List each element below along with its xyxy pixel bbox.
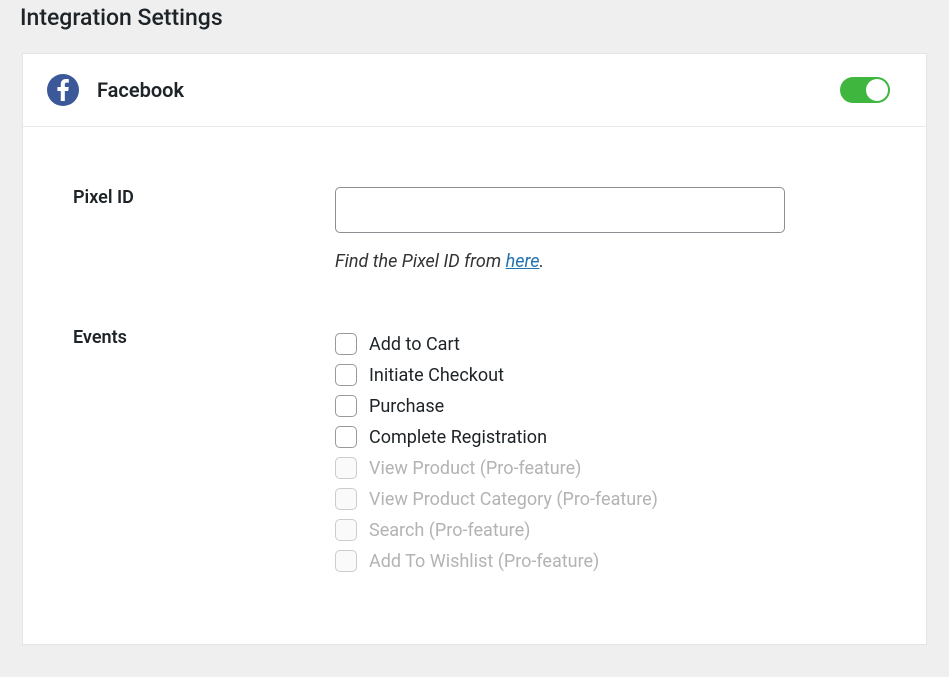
hint-text-pre: Find the Pixel ID from (335, 251, 506, 272)
card-header: Facebook (23, 54, 926, 127)
event-item: Complete Registration (335, 424, 876, 450)
card-body: Pixel ID Find the Pixel ID from here. Ev… (23, 127, 926, 644)
event-checkbox[interactable] (335, 426, 357, 448)
event-item: View Product Category (Pro-feature) (335, 486, 876, 512)
event-item: Add to Cart (335, 331, 876, 357)
event-item: Search (Pro-feature) (335, 517, 876, 543)
event-label: Initiate Checkout (369, 365, 504, 386)
event-item: Purchase (335, 393, 876, 419)
events-list: Add to Cart Initiate Checkout Purchase Comp… (335, 331, 876, 574)
hint-text-post: . (539, 251, 544, 272)
event-label: Search (Pro-feature) (369, 520, 530, 541)
event-item: Add To Wishlist (Pro-feature) (335, 548, 876, 574)
event-item: View Product (Pro-feature) (335, 455, 876, 481)
event-checkbox (335, 457, 357, 479)
event-checkbox (335, 550, 357, 572)
event-label: Purchase (369, 396, 444, 417)
event-item: Initiate Checkout (335, 362, 876, 388)
event-checkbox[interactable] (335, 364, 357, 386)
integration-card: Facebook Pixel ID Find the Pixel ID from… (22, 53, 927, 645)
event-label: Add To Wishlist (Pro-feature) (369, 551, 599, 572)
integration-toggle[interactable] (840, 77, 890, 103)
pixel-id-row: Pixel ID Find the Pixel ID from here. (73, 187, 876, 272)
event-checkbox[interactable] (335, 395, 357, 417)
pixel-id-hint-link[interactable]: here (506, 251, 540, 272)
pixel-id-input[interactable] (335, 187, 785, 233)
event-checkbox[interactable] (335, 333, 357, 355)
page-title: Integration Settings (20, 4, 927, 31)
facebook-icon (47, 74, 79, 106)
event-checkbox (335, 488, 357, 510)
pixel-id-label: Pixel ID (73, 187, 134, 208)
events-row: Events Add to Cart Initiate Checkout Purch… (73, 327, 876, 574)
events-label: Events (73, 327, 127, 348)
event-checkbox (335, 519, 357, 541)
pixel-id-hint: Find the Pixel ID from here. (335, 251, 876, 272)
event-label: View Product (Pro-feature) (369, 458, 581, 479)
event-label: Add to Cart (369, 334, 460, 355)
integration-title: Facebook (97, 78, 822, 102)
event-label: Complete Registration (369, 427, 547, 448)
event-label: View Product Category (Pro-feature) (369, 489, 658, 510)
